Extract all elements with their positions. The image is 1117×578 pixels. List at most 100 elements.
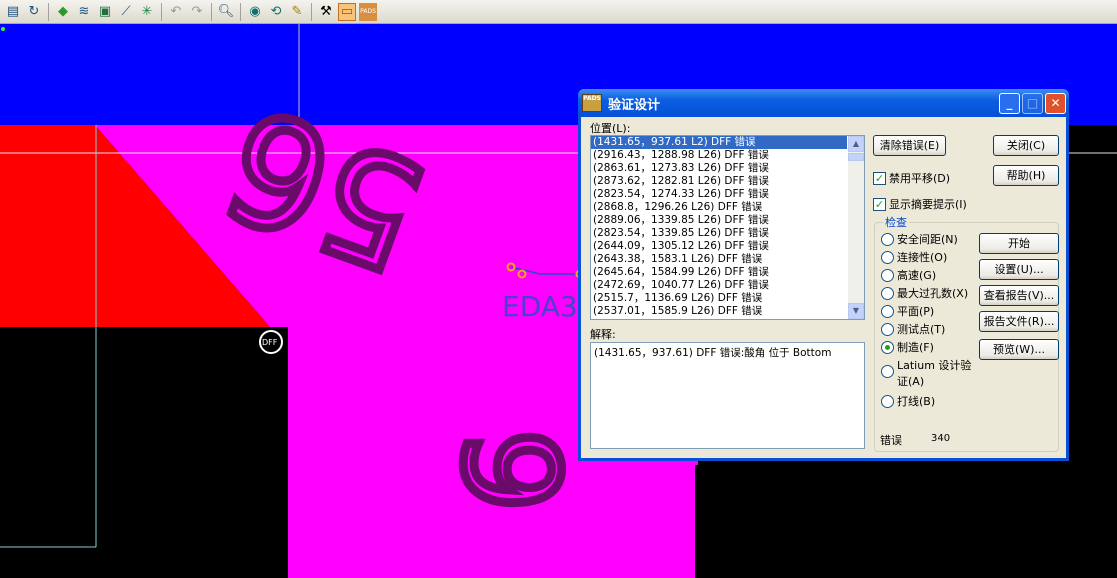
radio-label: 制造(F) (897, 341, 934, 354)
radio-icon (881, 340, 894, 354)
radio-check-7[interactable]: Latium 设计验 (881, 359, 971, 379)
window-icon[interactable]: ▭ (338, 2, 356, 21)
check-action-button-4[interactable]: 预览(W)... (979, 339, 1059, 360)
separator (211, 2, 212, 21)
radio-icon (881, 286, 894, 300)
radio-check-2[interactable]: 高速(G) (881, 267, 936, 283)
radio-check-6[interactable]: 制造(F) (881, 339, 934, 355)
location-item[interactable]: (2643.38，1583.1 L26) DFF 错误 (591, 253, 864, 266)
radio-icon (881, 322, 894, 336)
checkbox-checked-icon: ✓ (873, 197, 886, 211)
radio-icon (881, 232, 894, 246)
maximize-button[interactable]: □ (1022, 93, 1043, 114)
separator (48, 2, 49, 21)
brush-icon[interactable]: ✎ (288, 3, 306, 21)
radio-check-4[interactable]: 平面(P) (881, 303, 934, 319)
hammer-icon[interactable]: ⚒ (317, 3, 335, 21)
radio-label: 安全间距(N) (897, 233, 958, 246)
close-window-button[interactable]: ✕ (1045, 93, 1066, 114)
radio-selected-dot (885, 344, 890, 350)
radio-check-9[interactable]: 打线(B) (881, 393, 935, 409)
layer-icon[interactable]: ◆ (54, 3, 72, 21)
origin-marker (1, 27, 5, 31)
scroll-thumb[interactable] (848, 153, 864, 161)
location-item[interactable]: (2472.69，1040.77 L26) DFF 错误 (591, 279, 864, 292)
radio-label: 高速(G) (897, 269, 937, 282)
disable-pan-checkbox[interactable]: ✓ 禁用平移(D) (873, 170, 950, 186)
radio-label: 连接性(O) (897, 251, 948, 264)
route-icon[interactable]: ⟋ (117, 3, 135, 21)
clear-errors-button[interactable]: 清除错误(E) (873, 135, 946, 156)
radio-check-3[interactable]: 最大过孔数(X) (881, 285, 968, 301)
zoom-icon[interactable]: 🔍︎ (217, 3, 235, 21)
location-item[interactable]: (2823.54，1274.33 L26) DFF 错误 (591, 188, 864, 201)
radio-label: 测试点(T) (897, 323, 946, 336)
separator (240, 2, 241, 21)
verify-design-dialog: PADS 验证设计 _ □ ✕ 位置(L): (1431.65，937.61 L… (578, 89, 1069, 461)
undo-icon[interactable]: ↶ (167, 3, 185, 21)
checkbox-checked-icon: ✓ (873, 171, 886, 185)
location-item[interactable]: (2868.8，1296.26 L26) DFF 错误 (591, 201, 864, 214)
check-group-label: 检查 (883, 214, 909, 230)
scrollbar[interactable]: ▲ ▼ (848, 136, 864, 319)
silkscreen-9: 9 (434, 429, 586, 512)
radio-check-1[interactable]: 连接性(O) (881, 249, 947, 265)
title-bar[interactable]: PADS 验证设计 _ □ ✕ (578, 89, 1069, 117)
errors-count: 340 (931, 433, 951, 444)
dff-marker-label: DFF (262, 338, 278, 347)
location-item[interactable]: (2916.43，1288.98 L26) DFF 错误 (591, 149, 864, 162)
location-item[interactable]: (2863.61，1273.83 L26) DFF 错误 (591, 162, 864, 175)
help-button[interactable]: 帮助(H) (993, 165, 1059, 186)
check-action-button-0[interactable]: 开始 (979, 233, 1059, 254)
explain-text: (1431.65，937.61) DFF 错误:酸角 位于 Bottom (594, 347, 832, 359)
radio-icon (881, 394, 894, 408)
pads-logo-icon: PADS (582, 94, 602, 112)
radio-label: 打线(B) (897, 395, 936, 408)
radio-check-5[interactable]: 测试点(T) (881, 321, 945, 337)
minimize-button[interactable]: _ (999, 93, 1020, 114)
pads-icon[interactable]: PADS (359, 2, 377, 21)
scroll-down-icon[interactable]: ▼ (848, 303, 864, 319)
scroll-up-icon[interactable]: ▲ (848, 136, 864, 152)
radio-icon (881, 364, 894, 378)
board-icon[interactable]: ▣ (96, 3, 114, 21)
location-item[interactable]: (2537.01，1585.9 L26) DFF 错误 (591, 305, 864, 318)
separator (161, 2, 162, 21)
view-icon[interactable]: ◉ (246, 3, 264, 21)
errors-label: 错误 (880, 434, 902, 447)
location-item[interactable]: (2645.64，1584.99 L26) DFF 错误 (591, 266, 864, 279)
show-summary-checkbox[interactable]: ✓ 显示摘要提示(I) (873, 196, 967, 212)
radio-icon (881, 268, 894, 282)
component-icon[interactable]: ✳ (138, 3, 156, 21)
location-list[interactable]: (1431.65，937.61 L2) DFF 错误 (2916.43，1288.… (590, 135, 865, 320)
location-item[interactable]: (2889.06，1339.85 L26) DFF 错误 (591, 214, 864, 227)
radio-icon (881, 304, 894, 318)
close-button[interactable]: 关闭(C) (993, 135, 1059, 156)
check-group: 检查 安全间距(N) 连接性(O) 高速(G) 最大过孔数(X) 平面(P) 测试点(T)… (874, 214, 1059, 452)
location-item[interactable]: (2644.09，1305.12 L26) DFF 错误 (591, 240, 864, 253)
check-action-button-1[interactable]: 设置(U)... (979, 259, 1059, 280)
check-label-continued: 证(A) (897, 375, 925, 388)
check-action-button-2[interactable]: 查看报告(V)... (979, 285, 1059, 306)
redo-icon[interactable]: ↷ (188, 3, 206, 21)
toolbar: ▤ ↻ ◆ ≋ ▣ ⟋ ✳ ↶ ↷ 🔍︎ ◉ ⟲ ✎ ⚒ ▭ PADS (0, 0, 1117, 24)
properties-icon[interactable]: ▤ (4, 3, 22, 21)
separator (311, 2, 312, 21)
location-item[interactable]: (1431.65，937.61 L2) DFF 错误 (591, 136, 847, 149)
flip-icon[interactable]: ⟲ (267, 3, 285, 21)
check-action-button-3[interactable]: 报告文件(R)... (979, 311, 1059, 332)
explain-textbox[interactable]: (1431.65，937.61) DFF 错误:酸角 位于 Bottom (590, 342, 865, 449)
location-label: 位置(L): (590, 122, 631, 135)
location-item[interactable]: (2873.62，1282.81 L26) DFF 错误 (591, 175, 864, 188)
show-summary-label: 显示摘要提示(I) (889, 198, 967, 211)
radio-check-0[interactable]: 安全间距(N) (881, 231, 958, 247)
explain-label: 解释: (590, 328, 616, 341)
location-item[interactable]: (2515.7，1136.69 L26) DFF 错误 (591, 292, 864, 305)
dialog-title: 验证设计 (608, 97, 661, 113)
radio-icon (881, 250, 894, 264)
location-item[interactable]: (2823.54，1339.85 L26) DFF 错误 (591, 227, 864, 240)
radio-label: 最大过孔数(X) (897, 287, 969, 300)
pour-icon[interactable]: ≋ (75, 3, 93, 21)
radio-label: 平面(P) (897, 305, 935, 318)
redraw-icon[interactable]: ↻ (25, 3, 43, 21)
